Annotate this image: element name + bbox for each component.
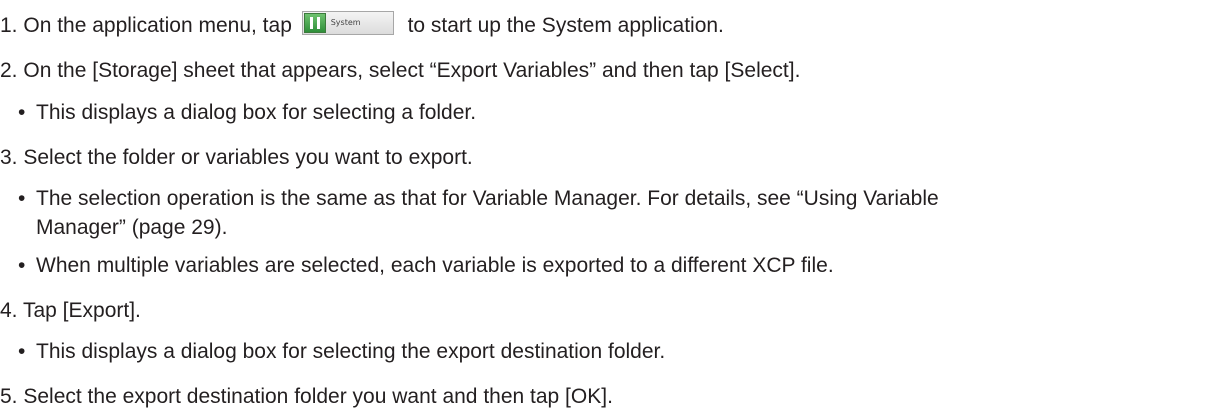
bullet-glyph: • — [18, 101, 26, 124]
system-app-label: System — [330, 18, 361, 28]
step-3-bullet-1-continued: Manager” (page 29). — [36, 215, 227, 241]
bullet-glyph: • — [18, 340, 26, 363]
step-text-continued: to start up the System application. — [407, 14, 724, 37]
system-tools-icon — [303, 13, 326, 34]
step-number: 2. — [0, 59, 18, 82]
step-2: 2. On the [Storage] sheet that appears, … — [0, 58, 800, 84]
step-3: 3. Select the folder or variables you wa… — [0, 145, 473, 171]
bullet-text: This displays a dialog box for selecting… — [36, 101, 477, 124]
bullet-text-continued: Manager” (page 29). — [36, 216, 228, 239]
step-text: On the application menu, tap — [23, 14, 292, 37]
step-number: 4. — [0, 299, 18, 322]
step-1: 1. On the application menu, tap System t… — [0, 11, 724, 39]
bullet-text: The selection operation is the same as t… — [36, 187, 939, 210]
step-text: Tap [Export]. — [22, 299, 141, 322]
step-3-bullet-2: • When multiple variables are selected, e… — [18, 253, 834, 279]
step-4-bullet-1: • This displays a dialog box for selectin… — [18, 339, 665, 365]
step-4: 4. Tap [Export]. — [0, 298, 141, 324]
step-text: Select the folder or variables you want … — [23, 146, 473, 169]
step-number: 5. — [0, 385, 18, 408]
step-3-bullet-1: • The selection operation is the same as … — [18, 186, 939, 212]
step-number: 1. — [0, 14, 18, 37]
step-2-bullet-1: • This displays a dialog box for selectin… — [18, 100, 476, 126]
step-text: Select the export destination folder you… — [23, 385, 613, 408]
system-app-icon[interactable]: System — [301, 11, 394, 36]
step-5: 5. Select the export destination folder … — [0, 384, 613, 410]
bullet-text: When multiple variables are selected, ea… — [36, 254, 834, 277]
bullet-glyph: • — [18, 187, 26, 210]
step-number: 3. — [0, 146, 18, 169]
step-text: On the [Storage] sheet that appears, sel… — [23, 59, 801, 82]
bullet-glyph: • — [18, 254, 26, 277]
bullet-text: This displays a dialog box for selecting… — [36, 340, 666, 363]
